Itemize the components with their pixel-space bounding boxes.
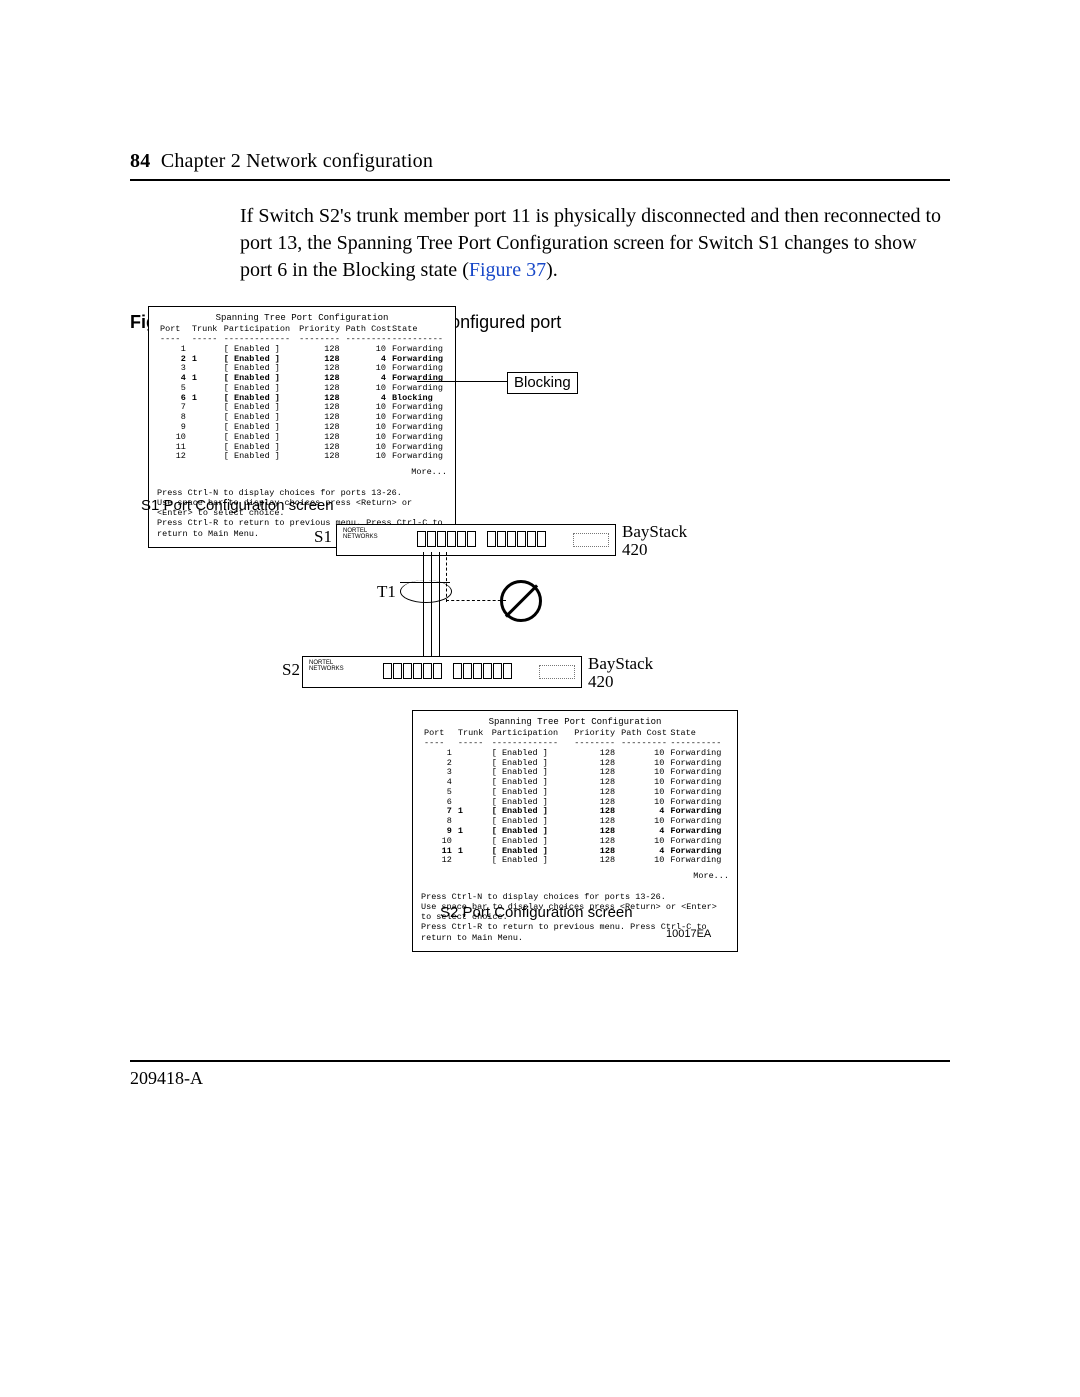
switch-s1-graphic: NORTELNETWORKS xyxy=(336,524,616,556)
cfg-more: More... xyxy=(157,468,447,478)
s2-screen-caption: S2 Port Configuration screen xyxy=(440,904,633,921)
page-number: 84 xyxy=(130,150,150,172)
trunk-link-1 xyxy=(423,552,424,660)
figure-reference-link[interactable]: Figure 37 xyxy=(469,259,546,281)
cfg-more: More... xyxy=(421,872,729,882)
para-text-2: ). xyxy=(546,259,558,281)
s2-label: S2 xyxy=(282,660,300,680)
figure-doc-id: 10017EA xyxy=(666,928,711,940)
s2-config-table: PortTrunkParticipationPriorityPath CostS… xyxy=(421,729,729,866)
s1-screen-caption: S1 Port Configuration screen xyxy=(141,497,334,514)
s1-config-table: PortTrunkParticipationPriorityPath CostS… xyxy=(157,325,447,462)
footer-rule xyxy=(130,1060,950,1062)
disconnected-link xyxy=(446,552,448,602)
body-paragraph: If Switch S2's trunk member port 11 is p… xyxy=(240,203,950,284)
forbid-icon xyxy=(500,580,542,622)
t1-label: T1 xyxy=(377,582,396,602)
switch-s2-graphic: NORTELNETWORKS xyxy=(302,656,582,688)
s1-model-420: 420 xyxy=(622,540,648,560)
footer-docnum: 209418-A xyxy=(130,1068,950,1089)
s1-label: S1 xyxy=(314,527,332,547)
cfg-title: Spanning Tree Port Configuration xyxy=(421,717,729,727)
s2-model-420: 420 xyxy=(588,672,614,692)
header-rule xyxy=(130,179,950,181)
trunk-link-2 xyxy=(431,552,432,660)
blocking-callout: Blocking xyxy=(507,372,578,394)
trunk-link-3 xyxy=(439,552,440,660)
para-text-1: If Switch S2's trunk member port 11 is p… xyxy=(240,205,941,281)
running-header: 84 Chapter 2 Network configuration xyxy=(130,150,950,173)
table-row: 12[ Enabled ]12810Forwarding xyxy=(421,856,729,866)
callout-leader-line xyxy=(417,381,507,382)
table-row: 12[ Enabled ]12810Forwarding xyxy=(157,452,447,462)
chapter-title: Chapter 2 Network configuration xyxy=(161,150,433,172)
cfg-title: Spanning Tree Port Configuration xyxy=(157,313,447,323)
